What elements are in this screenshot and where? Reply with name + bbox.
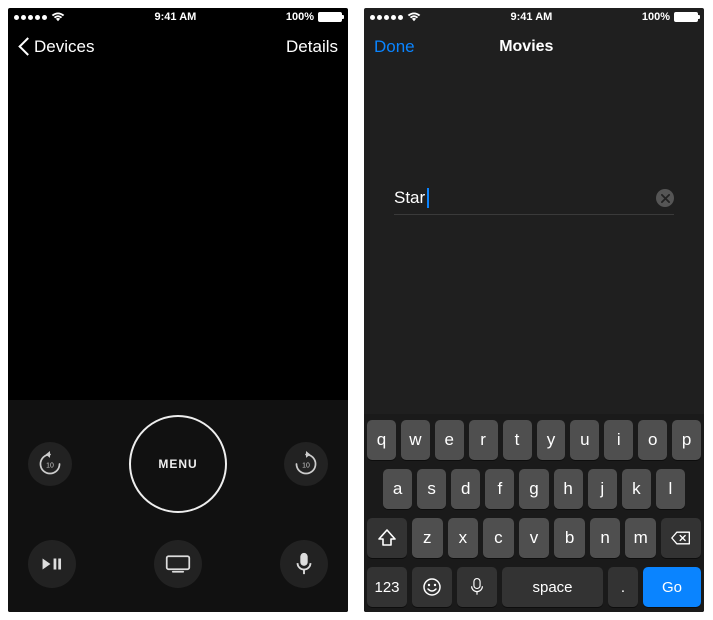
key-r[interactable]: r [469,420,498,460]
delete-icon [671,528,691,548]
skip-forward-icon: 10 [293,451,319,477]
signal-dots-icon [14,15,47,20]
play-pause-button[interactable] [28,540,76,588]
shift-icon [377,528,397,548]
done-label: Done [374,37,415,57]
space-key[interactable]: space [502,567,603,607]
emoji-key[interactable] [412,567,452,607]
key-f[interactable]: f [485,469,514,509]
key-s[interactable]: s [417,469,446,509]
key-m[interactable]: m [625,518,656,558]
wifi-icon [51,12,65,22]
status-left [14,12,65,22]
key-u[interactable]: u [570,420,599,460]
status-time: 9:41 AM [155,11,197,23]
voice-button[interactable] [280,540,328,588]
status-bar: 9:41 AM 100% [8,8,348,26]
period-key[interactable]: . [608,567,638,607]
skip-back-10-button[interactable]: 10 [28,442,72,486]
keyboard-row-3: zxcvbnm [367,518,701,558]
key-b[interactable]: b [554,518,585,558]
battery-percent: 100% [286,11,314,23]
nav-bar: Done Movies [364,26,704,68]
key-q[interactable]: q [367,420,396,460]
wifi-icon [407,12,421,22]
nav-bar: Devices Details [8,26,348,68]
skip-back-icon: 10 [37,451,63,477]
delete-key[interactable] [661,518,701,558]
key-n[interactable]: n [590,518,621,558]
emoji-icon [422,577,442,597]
keyboard-row-4: 123 space . Go [367,567,701,607]
svg-text:10: 10 [302,462,310,469]
dictation-key[interactable] [457,567,497,607]
keyboard-row-1: qwertyuiop [367,420,701,460]
key-y[interactable]: y [537,420,566,460]
key-k[interactable]: k [622,469,651,509]
done-button[interactable]: Done [374,37,415,57]
status-time: 9:41 AM [511,11,553,23]
remote-screen: 9:41 AM 100% Devices Details 10 MENU [8,8,348,612]
key-t[interactable]: t [503,420,532,460]
search-screen: 9:41 AM 100% Done Movies Star qwertyuiop… [364,8,704,612]
key-x[interactable]: x [448,518,479,558]
back-button[interactable]: Devices [18,37,94,57]
key-d[interactable]: d [451,469,480,509]
keyboard: qwertyuiop asdfghjkl zxcvbnm 123 space .… [364,414,704,612]
text-cursor [427,188,429,208]
tv-icon [165,554,191,574]
battery-icon [674,12,698,22]
key-g[interactable]: g [519,469,548,509]
tv-button[interactable] [154,540,202,588]
go-key[interactable]: Go [643,567,701,607]
key-j[interactable]: j [588,469,617,509]
key-l[interactable]: l [656,469,685,509]
details-label: Details [286,37,338,56]
signal-dots-icon [370,15,403,20]
search-input[interactable]: Star [394,188,674,215]
search-area: Star [364,68,704,215]
key-h[interactable]: h [554,469,583,509]
key-w[interactable]: w [401,420,430,460]
close-icon [661,194,670,203]
status-left [370,12,421,22]
key-z[interactable]: z [412,518,443,558]
chevron-left-icon [18,37,30,57]
key-c[interactable]: c [483,518,514,558]
touch-surface[interactable] [8,68,348,400]
key-o[interactable]: o [638,420,667,460]
battery-icon [318,12,342,22]
microphone-icon [295,552,313,576]
key-e[interactable]: e [435,420,464,460]
menu-button[interactable]: MENU [129,415,227,513]
status-right: 100% [286,11,342,23]
play-pause-icon [41,556,63,572]
clear-button[interactable] [656,189,674,207]
battery-percent: 100% [642,11,670,23]
key-v[interactable]: v [519,518,550,558]
numbers-key[interactable]: 123 [367,567,407,607]
page-title: Movies [415,38,638,56]
svg-text:10: 10 [46,462,54,469]
search-value: Star [394,188,425,208]
key-p[interactable]: p [672,420,701,460]
keyboard-row-2: asdfghjkl [367,469,701,509]
shift-key[interactable] [367,518,407,558]
status-bar: 9:41 AM 100% [364,8,704,26]
status-right: 100% [642,11,698,23]
key-i[interactable]: i [604,420,633,460]
skip-forward-10-button[interactable]: 10 [284,442,328,486]
details-button[interactable]: Details [282,37,338,57]
menu-label: MENU [158,457,197,471]
key-a[interactable]: a [383,469,412,509]
back-label: Devices [34,37,94,57]
control-panel: 10 MENU 10 [8,400,348,612]
microphone-icon [467,577,487,597]
